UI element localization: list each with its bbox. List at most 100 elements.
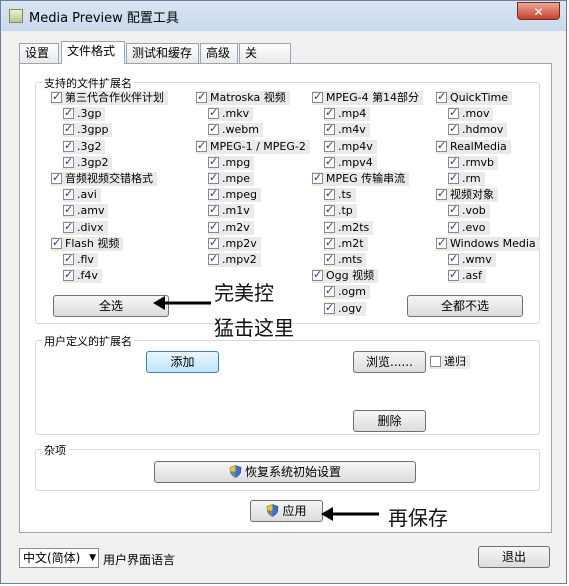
checkbox-box[interactable] (63, 203, 74, 217)
checkbox-box[interactable] (324, 301, 335, 315)
format-group-checkbox[interactable]: 视频对象 (436, 187, 498, 203)
exit-button[interactable]: 退出 (478, 546, 550, 568)
extension-checkbox[interactable]: .divx (63, 220, 108, 235)
extension-checkbox[interactable]: .mp4v (324, 139, 377, 154)
extension-checkbox[interactable]: .3gpp (63, 122, 113, 138)
extension-checkbox[interactable]: .3g2 (63, 139, 106, 154)
format-group-checkbox[interactable]: Flash 视频 (51, 236, 124, 251)
language-select[interactable]: 中文(简体) ▼ (19, 548, 99, 568)
checkbox-box[interactable] (196, 139, 207, 153)
checkbox-box[interactable] (63, 220, 74, 234)
checkbox-box[interactable] (448, 122, 459, 136)
extension-checkbox[interactable]: .m2ts (324, 220, 374, 235)
checkbox-box[interactable] (436, 90, 447, 104)
checkbox-box[interactable] (63, 155, 74, 169)
recursive-checkbox[interactable]: 递归 (430, 355, 470, 369)
checkbox-box[interactable] (63, 268, 74, 282)
browse-button[interactable]: 浏览...... (353, 351, 426, 373)
checkbox-box[interactable] (324, 155, 335, 169)
extension-checkbox[interactable]: .3gp2 (63, 155, 113, 170)
checkbox-box[interactable] (196, 90, 207, 104)
extension-checkbox[interactable]: .rmvb (448, 155, 499, 170)
checkbox-box[interactable] (208, 187, 219, 201)
checkbox-box[interactable] (312, 90, 323, 104)
checkbox-box[interactable] (448, 268, 459, 282)
extension-checkbox[interactable]: .mp2v (208, 236, 261, 251)
checkbox-box[interactable] (448, 171, 459, 185)
select-none-button[interactable]: 全都不选 (407, 295, 523, 317)
checkbox-box[interactable] (436, 187, 447, 201)
extension-checkbox[interactable]: .wmv (448, 252, 496, 267)
tab-settings[interactable]: 设置 (19, 43, 59, 63)
extension-checkbox[interactable]: .3gp (63, 106, 106, 122)
checkbox-box[interactable] (208, 236, 219, 250)
close-button[interactable]: ✕ (517, 2, 560, 20)
delete-button[interactable]: 删除 (353, 410, 426, 432)
tab-about[interactable]: 关于...... (239, 43, 291, 79)
tab-file-formats[interactable]: 文件格式 (61, 41, 125, 64)
extension-checkbox[interactable]: .mpv4 (324, 155, 377, 170)
extension-checkbox[interactable]: .mpeg (208, 187, 261, 203)
extension-checkbox[interactable]: .ogm (324, 284, 370, 300)
extension-checkbox[interactable]: .vob (448, 203, 490, 219)
checkbox-box[interactable] (63, 122, 74, 136)
extension-checkbox[interactable]: .mpg (208, 155, 255, 170)
extension-checkbox[interactable]: .webm (208, 122, 263, 138)
checkbox-box[interactable] (324, 139, 335, 153)
extension-checkbox[interactable]: .amv (63, 203, 109, 219)
extension-checkbox[interactable]: .m4v (324, 122, 370, 138)
checkbox-box[interactable] (63, 252, 74, 266)
checkbox-box[interactable] (324, 284, 335, 298)
extension-checkbox[interactable]: .flv (63, 252, 98, 267)
extension-checkbox[interactable]: .ts (324, 187, 356, 203)
extension-checkbox[interactable]: .mkv (208, 106, 254, 122)
recursive-checkbox-box[interactable] (430, 356, 441, 367)
extension-checkbox[interactable]: .m2t (324, 236, 368, 251)
checkbox-box[interactable] (436, 236, 447, 250)
checkbox-box[interactable] (208, 122, 219, 136)
checkbox-box[interactable] (448, 106, 459, 120)
checkbox-box[interactable] (208, 203, 219, 217)
checkbox-box[interactable] (448, 203, 459, 217)
checkbox-box[interactable] (63, 139, 74, 153)
restore-defaults-button[interactable]: 恢复系统初始设置 (154, 461, 416, 483)
apply-button[interactable]: 应用 (250, 500, 323, 522)
checkbox-box[interactable] (63, 106, 74, 120)
format-group-checkbox[interactable]: Matroska 视频 (196, 90, 290, 105)
tab-test-cache[interactable]: 测试和缓存 (126, 43, 199, 63)
checkbox-box[interactable] (324, 236, 335, 250)
checkbox-box[interactable] (208, 252, 219, 266)
format-group-checkbox[interactable]: MPEG-1 / MPEG-2 (196, 139, 310, 154)
checkbox-box[interactable] (448, 252, 459, 266)
extension-checkbox[interactable]: .mpe (208, 171, 254, 186)
checkbox-box[interactable] (208, 106, 219, 120)
extension-checkbox[interactable]: .evo (448, 220, 490, 235)
format-group-checkbox[interactable]: RealMedia (436, 139, 511, 154)
extension-checkbox[interactable]: .tp (324, 203, 357, 219)
checkbox-box[interactable] (324, 220, 335, 234)
checkbox-box[interactable] (324, 203, 335, 217)
extension-checkbox[interactable]: .m1v (208, 203, 254, 219)
checkbox-box[interactable] (324, 252, 335, 266)
format-group-checkbox[interactable]: MPEG 传输串流 (312, 171, 410, 186)
format-group-checkbox[interactable]: 音频视频交错格式 (51, 171, 157, 186)
format-group-checkbox[interactable]: MPEG-4 第14部分 (312, 90, 424, 105)
extension-checkbox[interactable]: .rm (448, 171, 485, 186)
checkbox-box[interactable] (208, 220, 219, 234)
extension-checkbox[interactable]: .avi (63, 187, 101, 203)
extension-checkbox[interactable]: .f4v (63, 268, 102, 284)
extension-checkbox[interactable]: .mts (324, 252, 367, 267)
format-group-checkbox[interactable]: QuickTime (436, 90, 513, 105)
tab-advanced[interactable]: 高级 (200, 43, 238, 63)
checkbox-box[interactable] (312, 171, 323, 185)
extension-checkbox[interactable]: .mov (448, 106, 494, 122)
format-group-checkbox[interactable]: Windows Media (436, 236, 540, 251)
checkbox-box[interactable] (51, 171, 62, 185)
extension-checkbox[interactable]: .hdmov (448, 122, 508, 138)
checkbox-box[interactable] (324, 106, 335, 120)
checkbox-box[interactable] (51, 90, 62, 104)
checkbox-box[interactable] (312, 268, 323, 282)
extension-checkbox[interactable]: .ogv (324, 301, 366, 316)
checkbox-box[interactable] (208, 171, 219, 185)
checkbox-box[interactable] (324, 122, 335, 136)
